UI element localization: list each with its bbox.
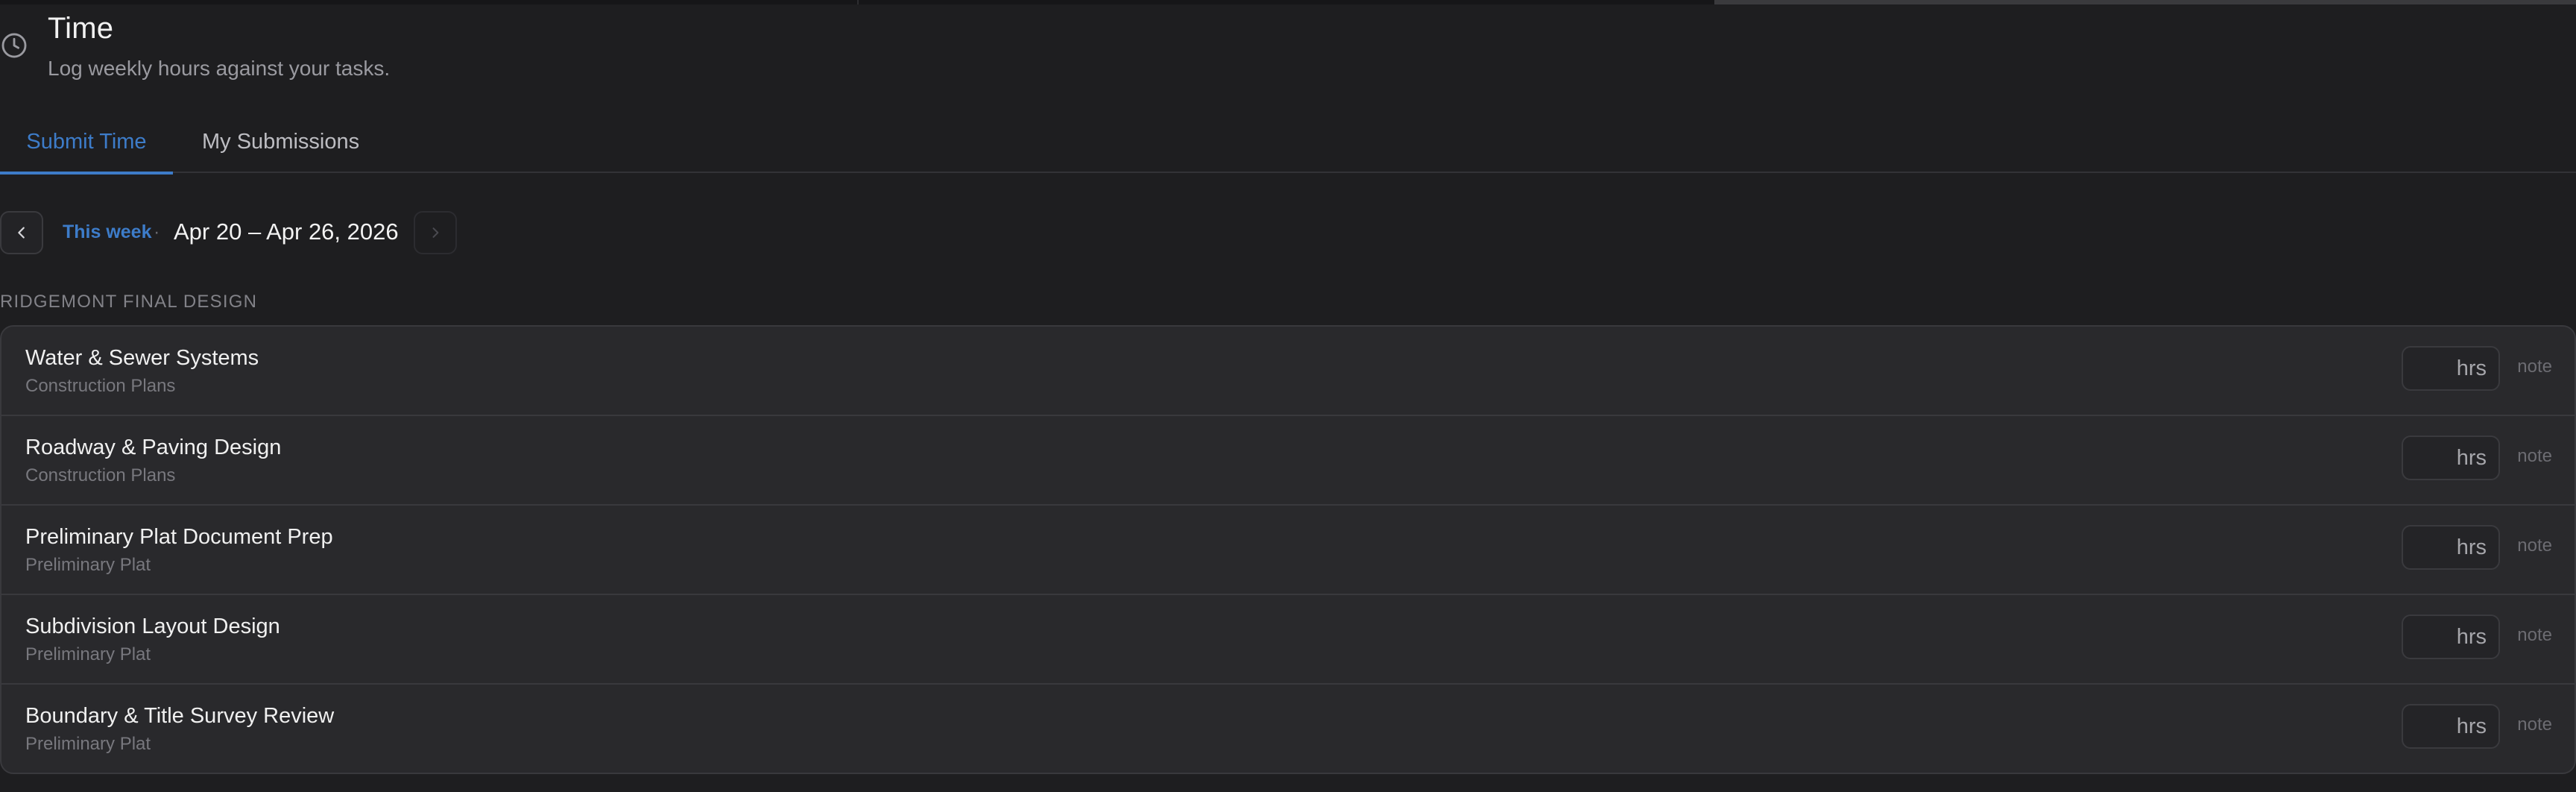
task-phase: Preliminary Plat [25,644,151,664]
chevron-left-icon [18,227,25,239]
tab-bar: Submit Time My Submissions [0,112,2576,175]
hours-unit: hrs [2456,624,2487,649]
hours-unit: hrs [2456,445,2487,470]
top-chrome-segment [1714,0,2576,4]
hours-input[interactable]: hrs [2402,615,2500,659]
active-tab-indicator [0,172,173,175]
note-button[interactable]: note [2517,446,2552,467]
note-button[interactable]: note [2517,356,2552,377]
hours-input[interactable]: hrs [2402,704,2500,749]
week-range: Apr 20 – Apr 26, 2026 [174,219,399,245]
project-name: RIDGEMONT FINAL DESIGN [0,292,258,312]
time-page: Time Log weekly hours against your tasks… [0,0,2576,792]
note-button[interactable]: note [2517,714,2552,735]
task-name: Preliminary Plat Document Prep [25,525,333,549]
task-name: Water & Sewer Systems [25,346,259,370]
hours-unit: hrs [2456,714,2487,738]
task-row: Preliminary Plat Document Prep Prelimina… [1,506,2575,595]
chevron-right-icon [432,227,439,238]
tab-label: Submit Time [26,130,147,154]
tab-label: My Submissions [202,130,360,154]
next-week-button[interactable] [414,211,457,254]
hours-input[interactable]: hrs [2402,346,2500,391]
task-name: Subdivision Layout Design [25,615,280,638]
note-button[interactable]: note [2517,535,2552,556]
task-phase: Preliminary Plat [25,734,151,754]
tab-my-submissions[interactable]: My Submissions [202,112,359,173]
tab-submit-time[interactable]: Submit Time [0,112,173,175]
note-button[interactable]: note [2517,625,2552,646]
this-week-label: This week [63,221,152,242]
task-list: Water & Sewer Systems Construction Plans… [0,325,2576,774]
hours-unit: hrs [2456,535,2487,559]
page-title: Time [48,12,114,45]
hours-input[interactable]: hrs [2402,436,2500,480]
previous-week-button[interactable] [0,211,43,254]
task-row: Boundary & Title Survey Review Prelimina… [1,685,2575,773]
hours-unit: hrs [2456,356,2487,380]
task-name: Boundary & Title Survey Review [25,704,335,728]
hours-input[interactable]: hrs [2402,525,2500,570]
task-row: Subdivision Layout Design Preliminary Pl… [1,595,2575,685]
task-row: Water & Sewer Systems Construction Plans… [1,327,2575,416]
task-phase: Construction Plans [25,376,176,396]
top-chrome-strip [0,0,2576,4]
page-subtitle: Log weekly hours against your tasks. [48,57,391,80]
clock-icon [1,33,27,58]
task-name: Roadway & Paving Design [25,436,282,459]
task-phase: Construction Plans [25,465,176,485]
task-phase: Preliminary Plat [25,555,151,575]
top-chrome-divider [857,0,859,4]
week-separator: · [154,221,160,242]
task-row: Roadway & Paving Design Construction Pla… [1,416,2575,506]
week-selector: This week · Apr 20 – Apr 26, 2026 [0,211,596,256]
